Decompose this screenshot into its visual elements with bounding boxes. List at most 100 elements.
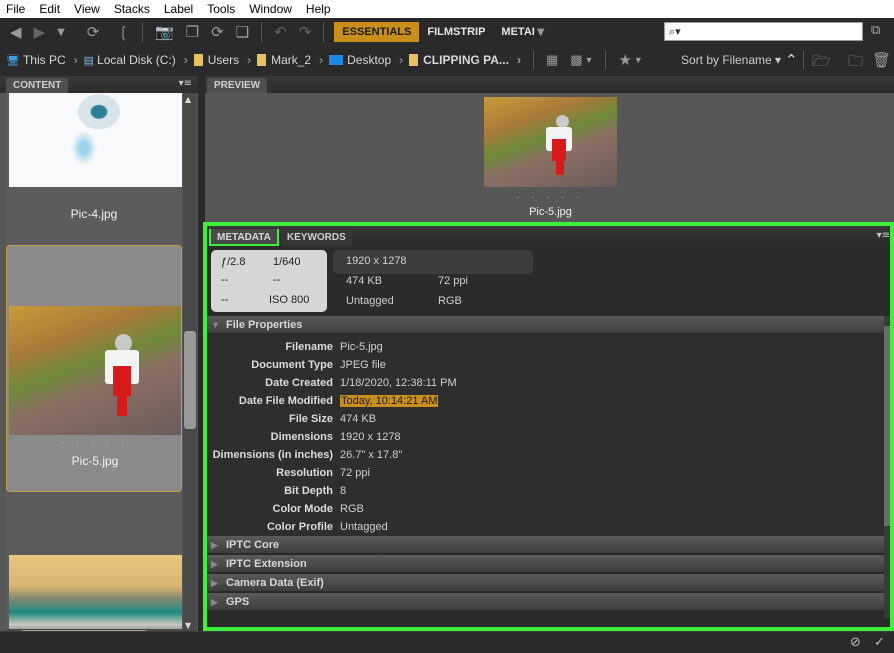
menu-window[interactable]: Window bbox=[249, 2, 292, 16]
filter-dropdown-icon[interactable]: ▼ bbox=[634, 55, 643, 65]
chevron-right-icon[interactable]: › bbox=[247, 53, 251, 67]
iso-value: ISO 800 bbox=[269, 294, 310, 306]
main-toolbar: ◀ ▶ ▼ ⟳ ❲ 📷 ❐ ⟳ ❏ ↶ ↷ ESSENTIALS FILMSTR… bbox=[0, 18, 894, 46]
search-input[interactable]: ⌕▾ bbox=[664, 22, 863, 41]
metadata-value[interactable]: Untagged bbox=[340, 521, 388, 533]
tab-keywords[interactable]: KEYWORDS bbox=[280, 229, 352, 246]
sort-dropdown[interactable]: Sort by Filename ▾ bbox=[681, 53, 781, 67]
thumbnail-label: Pic-4.jpg bbox=[70, 207, 118, 221]
metadata-value[interactable]: 72 ppi bbox=[340, 467, 370, 479]
metadata-key: File Size bbox=[288, 413, 333, 425]
chevron-right-icon[interactable]: › bbox=[399, 53, 403, 67]
thumbnail-card-selected[interactable]: . . . . . Pic-5.jpg bbox=[6, 245, 182, 492]
metadata-value[interactable]: Today, 10:14:21 AM bbox=[340, 395, 439, 407]
chevron-right-icon[interactable]: › bbox=[74, 53, 78, 67]
menu-help[interactable]: Help bbox=[306, 2, 331, 16]
output-icon[interactable]: ❏ bbox=[236, 23, 249, 41]
metadata-value[interactable]: 26.7" x 17.8" bbox=[340, 449, 402, 461]
workspace-essentials[interactable]: ESSENTIALS bbox=[334, 22, 420, 42]
cancel-icon[interactable]: ⊘ bbox=[850, 635, 861, 650]
dimensions-value: 1920 x 1278 bbox=[346, 255, 407, 267]
placard-value: -- bbox=[273, 274, 281, 286]
workspace-metadata[interactable]: METAI bbox=[493, 22, 536, 42]
menu-edit[interactable]: Edit bbox=[39, 2, 60, 16]
thumbnail-pic-4[interactable] bbox=[9, 93, 182, 187]
preview-image[interactable] bbox=[484, 97, 617, 187]
breadcrumb-this-pc[interactable]: 🖥 This PC › bbox=[6, 53, 78, 67]
section-file-properties[interactable]: ▼ File Properties bbox=[207, 316, 884, 335]
section-camera-data-exif[interactable]: ▶ Camera Data (Exif) bbox=[207, 574, 884, 593]
content-tabbar: CONTENT ▾≡ bbox=[0, 76, 198, 93]
back-arrow-icon[interactable]: ◀ bbox=[10, 23, 22, 41]
menu-file[interactable]: File bbox=[6, 2, 25, 16]
breadcrumb-desktop[interactable]: Desktop › bbox=[329, 53, 403, 67]
tab-content[interactable]: CONTENT bbox=[6, 78, 69, 93]
open-recent-folder-icon[interactable]: 🗁 bbox=[812, 51, 831, 76]
breadcrumb-mark[interactable]: Mark_2 › bbox=[257, 53, 323, 67]
menu-view[interactable]: View bbox=[74, 2, 100, 16]
star-filter-icon[interactable]: ★ bbox=[618, 51, 631, 69]
metadata-scrollbar[interactable] bbox=[884, 316, 890, 618]
rating-dots[interactable]: . . . . . bbox=[7, 436, 182, 445]
metadata-value[interactable]: RGB bbox=[340, 503, 364, 515]
preview-filename: Pic-5.jpg bbox=[529, 206, 572, 218]
section-iptc-extension[interactable]: ▶ IPTC Extension bbox=[207, 555, 884, 574]
metadata-row: Bit Depth 8 bbox=[207, 482, 884, 500]
workspace-dropdown-icon[interactable]: ▼ bbox=[537, 27, 545, 38]
scroll-down-icon[interactable]: ▼ bbox=[185, 621, 191, 630]
menu-label[interactable]: Label bbox=[164, 2, 193, 16]
rating-dots[interactable]: . . . . . bbox=[484, 191, 617, 200]
metadata-key: Bit Depth bbox=[284, 485, 333, 497]
boomerang-icon[interactable]: ⟳ bbox=[87, 23, 100, 41]
metadata-value[interactable]: 8 bbox=[340, 485, 346, 497]
chevron-right-icon[interactable]: › bbox=[184, 53, 188, 67]
breadcrumb-users[interactable]: Users › bbox=[193, 53, 251, 67]
apply-checkmark-icon[interactable]: ✓ bbox=[874, 635, 885, 650]
compact-mode-icon[interactable]: ⧉ bbox=[871, 23, 880, 38]
section-iptc-core[interactable]: ▶ IPTC Core bbox=[207, 536, 884, 555]
section-gps[interactable]: ▶ GPS bbox=[207, 593, 884, 612]
thumbnail-label: Pic-5.jpg bbox=[71, 454, 119, 468]
tab-preview[interactable]: PREVIEW bbox=[207, 78, 268, 93]
redo-icon[interactable]: ↷ bbox=[299, 23, 312, 41]
thumbnail-quality-icon[interactable]: ▦ bbox=[546, 52, 558, 68]
toolbar-divider bbox=[141, 22, 143, 42]
menu-tools[interactable]: Tools bbox=[207, 2, 235, 16]
metadata-value[interactable]: 1/18/2020, 12:38:11 PM bbox=[340, 377, 457, 389]
thumbnail-pic-5[interactable] bbox=[9, 306, 181, 435]
thumbnail-pic-6[interactable] bbox=[9, 555, 182, 637]
trash-icon[interactable]: 🗑 bbox=[872, 51, 891, 69]
aperture-value: ƒ/2.8 bbox=[221, 256, 246, 268]
metadata-row: Dimensions (in inches) 26.7" x 17.8" bbox=[207, 446, 884, 464]
metadata-value[interactable]: JPEG file bbox=[340, 359, 386, 371]
menu-stacks[interactable]: Stacks bbox=[114, 2, 150, 16]
chevron-right-icon[interactable]: › bbox=[319, 53, 323, 67]
history-dropdown-icon[interactable]: ▼ bbox=[57, 27, 65, 38]
camera-import-icon[interactable]: 📷 bbox=[155, 23, 174, 41]
forward-arrow-icon[interactable]: ▶ bbox=[34, 23, 46, 41]
content-vertical-scrollbar[interactable]: ▲ ▼ bbox=[183, 93, 197, 637]
tab-metadata[interactable]: METADATA bbox=[209, 229, 279, 246]
breadcrumb-clipping-path[interactable]: CLIPPING PA... › bbox=[409, 53, 521, 67]
refine-icon[interactable]: ⟳ bbox=[211, 23, 224, 41]
panel-menu-icon[interactable]: ▾≡ bbox=[179, 78, 192, 89]
breadcrumb-local-disk[interactable]: ▤ Local Disk (C:) › bbox=[84, 53, 188, 67]
metadata-value[interactable]: 1920 x 1278 bbox=[340, 431, 401, 443]
copy-icon[interactable]: ❐ bbox=[186, 23, 199, 41]
new-folder-icon[interactable]: 🗀 bbox=[848, 51, 863, 76]
chevron-right-icon[interactable]: › bbox=[517, 53, 521, 67]
scrollbar-thumb[interactable] bbox=[884, 326, 890, 526]
scroll-up-icon[interactable]: ▲ bbox=[185, 95, 191, 104]
sort-ascending-icon[interactable]: ⌃ bbox=[785, 51, 798, 69]
scrollbar-thumb[interactable] bbox=[184, 331, 196, 429]
metadata-value[interactable]: 474 KB bbox=[340, 413, 376, 425]
undo-icon[interactable]: ↶ bbox=[274, 23, 287, 41]
view-dropdown-icon[interactable]: ▼ bbox=[585, 55, 594, 65]
view-mode-icon[interactable]: ▩ bbox=[570, 52, 582, 68]
panel-menu-icon[interactable]: ▾≡ bbox=[877, 230, 890, 241]
rotate-icon[interactable]: ❲ bbox=[117, 23, 130, 41]
workspace-filmstrip[interactable]: FILMSTRIP bbox=[419, 22, 493, 42]
collapsed-triangle-icon: ▶ bbox=[211, 540, 218, 550]
metadata-value[interactable]: Pic-5.jpg bbox=[340, 341, 383, 353]
metadata-key: Filename bbox=[285, 341, 333, 353]
